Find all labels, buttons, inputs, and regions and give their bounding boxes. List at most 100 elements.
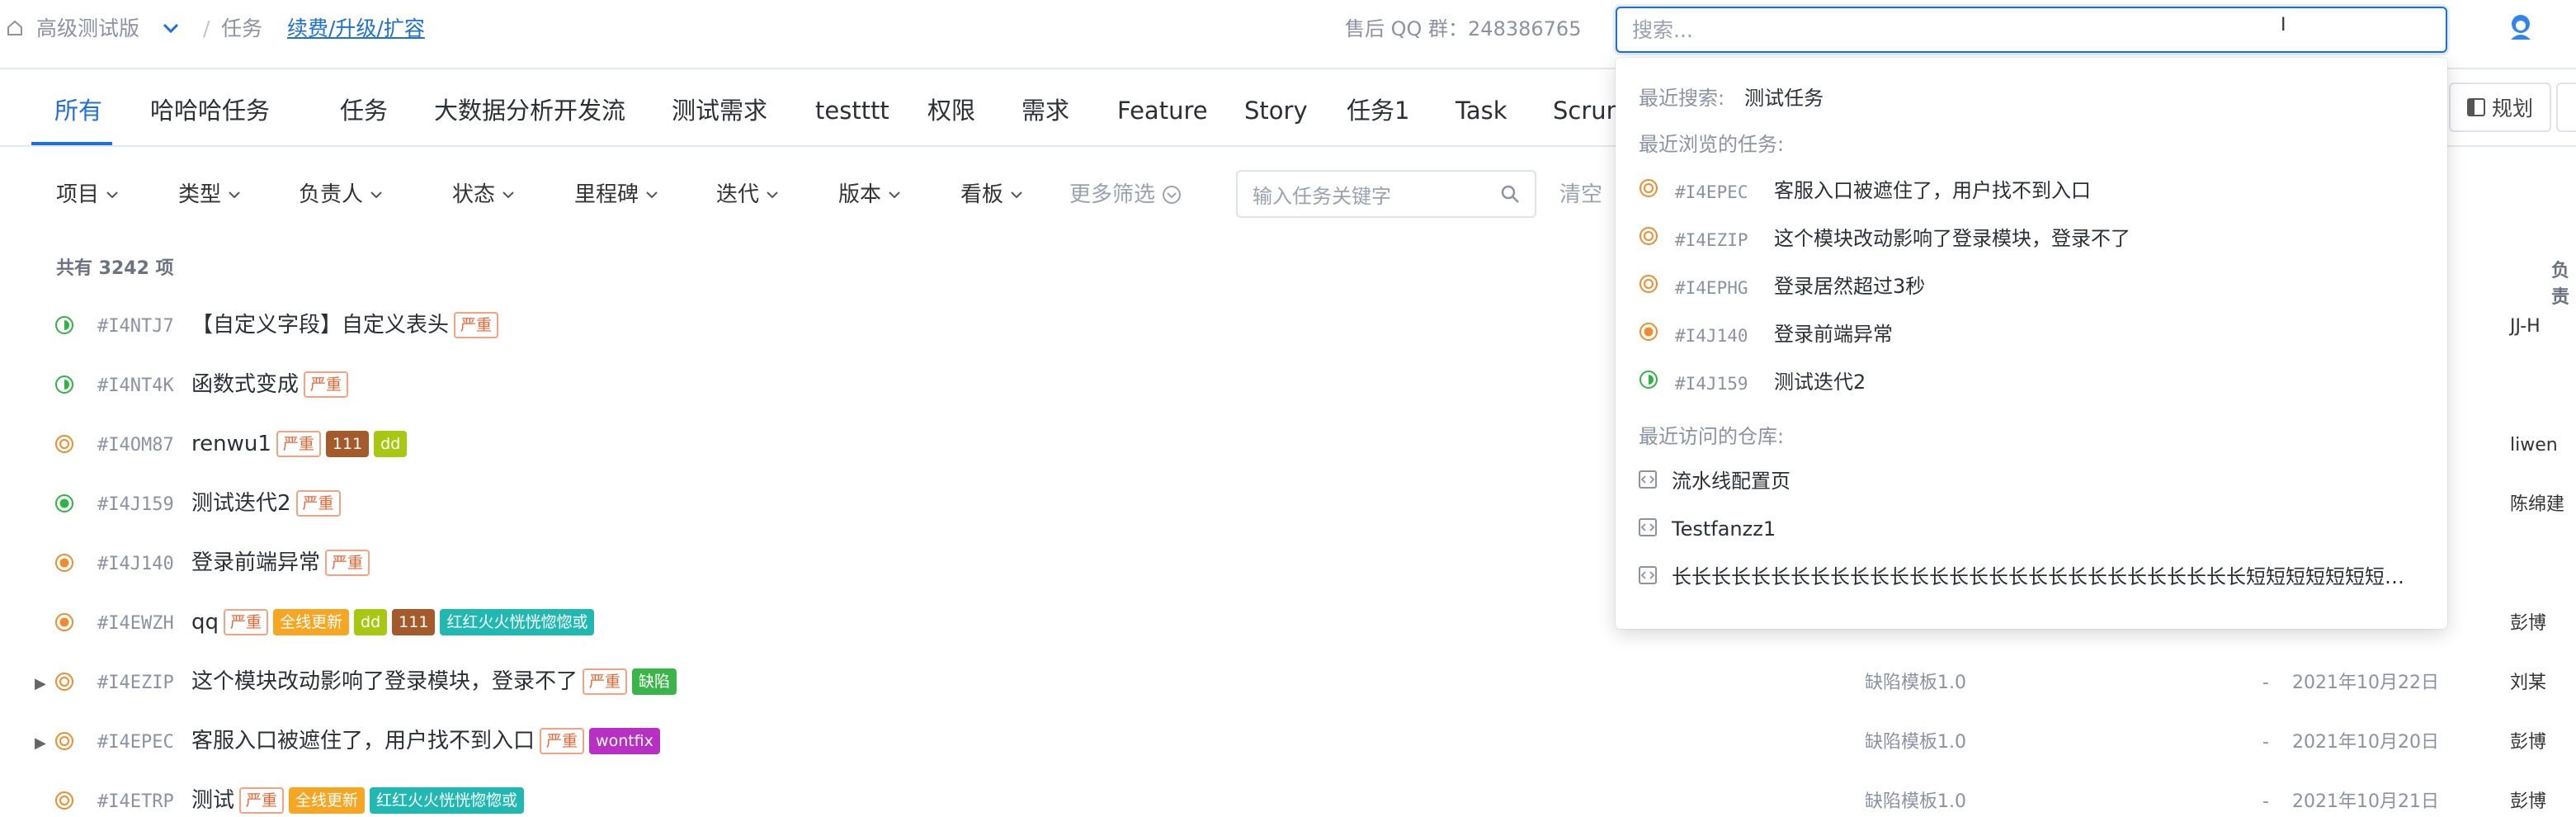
status-open-icon[interactable] [54,672,74,692]
tab-test-requirement[interactable]: 测试需求 [672,94,767,127]
recent-repo-item[interactable]: 流水线配置页 [1639,462,2424,503]
tab-permission[interactable]: 权限 [927,94,975,127]
task-title-text: qq [191,610,219,635]
task-title[interactable]: 客服入口被遮住了，用户找不到入口 严重 wontfix [191,725,660,758]
plan-button[interactable]: 规划 [2449,83,2551,132]
label-badge: 全线更新 [273,609,350,635]
breadcrumb-separator: / [203,17,210,40]
task-title[interactable]: 【自定义字段】自定义表头 严重 [191,309,499,342]
panel-icon [2466,98,2485,116]
tab-hahaha[interactable]: 哈哈哈任务 [150,94,270,127]
status-half-icon[interactable] [54,375,74,394]
filter-milestone[interactable]: 里程碑 [574,180,658,210]
recent-tasks-label: 最近浏览的任务: [1639,133,1785,156]
chevron-down-icon [228,190,241,200]
task-title[interactable]: 函数式变成 严重 [191,368,349,401]
recent-task-item[interactable]: #I4J140 登录前端异常 [1639,315,2424,357]
status-half-icon[interactable] [54,315,74,335]
filter-status-label: 状态 [452,182,496,207]
filter-milestone-label: 里程碑 [574,182,639,207]
filter-project[interactable]: 项目 [56,180,119,210]
expand-caret-icon[interactable]: ▶ [35,675,46,692]
task-owner[interactable]: 陈绵建 [2510,490,2564,520]
clear-button[interactable]: 清空 [1559,180,1602,210]
task-title[interactable]: 这个模块改动影响了登录模块，登录不了 严重 缺陷 [191,665,677,698]
task-id: #I4EWZH [97,613,174,634]
expand-caret-icon[interactable]: ▶ [35,734,46,752]
more-filters[interactable]: 更多筛选 [1069,180,1182,210]
recent-search-row: 最近搜索: 测试任务 [1639,84,1823,112]
tab-all[interactable]: 所有 [54,94,102,127]
table-row[interactable]: ▶ #I4EZIP 这个模块改动影响了登录模块，登录不了 严重 缺陷 缺陷模板1.0 - 20… [0,654,2576,713]
label-badge: dd [374,431,408,457]
task-owner[interactable]: 彭博 [2510,609,2546,639]
filter-type-label: 类型 [178,182,222,207]
status-done-icon[interactable] [54,494,74,513]
label-badge: 缺陷 [632,668,677,695]
search-input[interactable] [1616,7,2447,53]
recent-repo-item[interactable]: 长长长长长长长长长长长长长长长长长长长长长长长长长长长长长短短短短短短短短短..… [1639,558,2424,599]
table-row[interactable]: #I4ETRP 测试 严重 全线更新 红红火火恍恍惚惚或 缺陷模板1.0 - 2021年10月… [0,772,2576,817]
settings-button[interactable] [2556,83,2576,132]
task-owner[interactable]: 彭博 [2510,728,2546,758]
filter-iteration-label: 迭代 [716,182,760,207]
task-owner[interactable]: liwen [2510,431,2558,460]
table-row[interactable]: ▶ #I4EPEC 客服入口被遮住了，用户找不到入口 严重 wontfix 缺陷模板1.0… [0,713,2576,772]
filter-status[interactable]: 状态 [452,180,515,210]
workspace-name[interactable]: 高级测试版 [36,15,139,43]
tab-task1[interactable]: 任务1 [1347,94,1409,127]
filter-board[interactable]: 看板 [960,180,1023,210]
chevron-down-icon [106,190,119,200]
task-owner[interactable]: 彭博 [2510,787,2546,817]
text-cursor-icon: I [2281,15,2286,35]
status-open-icon[interactable] [54,434,74,454]
filter-type[interactable]: 类型 [178,180,241,210]
filter-board-label: 看板 [960,182,1004,207]
breadcrumb-section[interactable]: 任务 [221,15,262,43]
upgrade-link[interactable]: 续费/升级/扩容 [287,15,425,43]
status-progress-icon[interactable] [54,612,74,632]
label-badge: 严重 [295,490,341,517]
task-title-text: renwu1 [191,432,271,456]
tab-task[interactable]: 任务 [340,94,388,127]
task-title[interactable]: 登录前端异常 严重 [191,546,370,579]
task-id: #I4EPEC [97,732,174,753]
tab-requirement[interactable]: 需求 [1021,94,1069,127]
recent-task-item[interactable]: #I4J159 测试迭代2 [1639,363,2424,404]
task-title[interactable]: 测试迭代2 严重 [191,487,341,520]
filter-assignee[interactable]: 负责人 [299,180,383,210]
label-badge: 严重 [304,371,349,398]
task-title[interactable]: renwu1 严重 111 dd [191,427,408,460]
recent-task-id: #I4J140 [1675,326,1748,346]
recent-task-item[interactable]: #I4EPEC 客服入口被遮住了，用户找不到入口 [1639,172,2424,213]
recent-task-item[interactable]: #I4EZIP 这个模块改动影响了登录模块，登录不了 [1639,220,2424,261]
recent-repo-item[interactable]: Testfanzz1 [1639,510,2424,551]
status-open-icon[interactable] [54,791,74,810]
status-open-icon [1639,178,1658,198]
label-badge: 严重 [325,550,370,576]
task-owner[interactable]: 刘某 [2510,668,2546,698]
recent-task-item[interactable]: #I4EPHG 登录居然超过3秒 [1639,267,2424,309]
tab-task-en[interactable]: Task [1455,94,1507,127]
home-icon[interactable] [7,20,23,36]
recent-search-value[interactable]: 测试任务 [1744,87,1823,110]
plan-button-label: 规划 [2491,97,2533,120]
status-open-icon[interactable] [54,731,74,751]
task-title[interactable]: qq 严重 全线更新 dd 111 红红火火恍恍惚惚或 [191,606,595,639]
tab-story[interactable]: Story [1244,94,1308,127]
recent-repo-name: 流水线配置页 [1672,470,1790,493]
keyword-search-input[interactable]: 输入任务关键字 [1236,170,1536,218]
task-title[interactable]: 测试 严重 全线更新 红红火火恍恍惚惚或 [191,784,525,817]
filter-iteration[interactable]: 迭代 [716,180,779,210]
tab-feature[interactable]: Feature [1117,94,1208,127]
task-owner[interactable]: JJ-H [2510,312,2541,342]
label-badge: wontfix [589,728,660,754]
task-priority: - [2262,732,2269,753]
tab-bigdata[interactable]: 大数据分析开发流 [434,94,625,127]
status-progress-icon[interactable] [54,553,74,573]
chevron-down-icon[interactable] [162,21,180,35]
filter-version[interactable]: 版本 [838,180,901,210]
search-icon [1500,184,1520,204]
avatar[interactable] [2508,13,2533,41]
tab-testttt[interactable]: testttt [815,94,889,127]
